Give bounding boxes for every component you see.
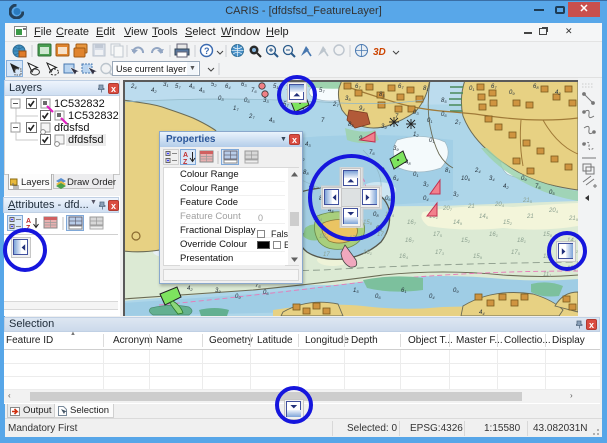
svg-text:67: 67 (355, 84, 361, 90)
svg-text:39: 39 (381, 124, 387, 130)
svg-text:39: 39 (215, 288, 221, 294)
svg-text:42: 42 (151, 88, 157, 94)
svg-text:31: 31 (163, 82, 169, 88)
svg-text:81: 81 (423, 86, 429, 92)
svg-text:03: 03 (218, 96, 224, 102)
svg-text:42: 42 (555, 90, 561, 96)
svg-text:57: 57 (175, 84, 181, 90)
svg-text:35: 35 (345, 96, 351, 102)
svg-text:?: ? (204, 46, 210, 56)
svg-text:159: 159 (473, 254, 483, 260)
svg-text:207: 207 (442, 206, 453, 212)
svg-text:01: 01 (429, 138, 435, 144)
svg-text:27: 27 (248, 114, 255, 120)
svg-text:04: 04 (423, 196, 429, 202)
svg-text:01: 01 (469, 86, 475, 92)
svg-text:175: 175 (433, 232, 443, 238)
svg-text:24: 24 (130, 84, 137, 90)
svg-text:85: 85 (379, 92, 385, 98)
svg-text:17: 17 (323, 252, 330, 258)
svg-text:3D: 3D (373, 47, 386, 58)
svg-text:12: 12 (413, 132, 419, 138)
svg-text:21: 21 (467, 204, 475, 210)
svg-text:46: 46 (189, 84, 195, 90)
svg-text:Z: Z (183, 159, 188, 166)
svg-text:09: 09 (453, 288, 459, 294)
svg-text:09: 09 (509, 90, 515, 96)
svg-text:34: 34 (489, 176, 495, 182)
svg-text:01: 01 (413, 172, 419, 178)
svg-text:45: 45 (269, 118, 275, 124)
svg-text:43: 43 (305, 142, 311, 148)
svg-text:167: 167 (407, 220, 417, 226)
svg-text:204: 204 (494, 202, 505, 208)
svg-text:164: 164 (399, 254, 409, 260)
svg-text:94: 94 (359, 106, 365, 112)
svg-text:21: 21 (526, 214, 534, 220)
svg-text:57: 57 (319, 88, 325, 94)
svg-text:173: 173 (435, 250, 445, 256)
svg-text:76: 76 (251, 88, 257, 94)
svg-text:15: 15 (353, 288, 359, 294)
svg-text:146: 146 (479, 214, 489, 220)
svg-text:61: 61 (401, 288, 407, 294)
svg-text:24: 24 (474, 168, 481, 174)
svg-text:17: 17 (233, 106, 239, 112)
svg-text:149: 149 (453, 220, 463, 226)
svg-text:106: 106 (461, 176, 471, 182)
svg-text:152: 152 (461, 238, 471, 244)
svg-text:32: 32 (453, 192, 459, 198)
svg-text:33: 33 (263, 98, 269, 104)
svg-text:06: 06 (441, 112, 447, 118)
svg-text:06: 06 (244, 98, 250, 104)
svg-text:67: 67 (398, 84, 404, 90)
svg-text:181: 181 (517, 238, 526, 244)
svg-text:03: 03 (413, 110, 419, 116)
svg-text:A: A (26, 218, 31, 225)
svg-text:219: 219 (568, 216, 578, 222)
svg-text:06: 06 (375, 294, 381, 300)
svg-text:76: 76 (369, 150, 375, 156)
svg-text:188: 188 (319, 234, 329, 240)
svg-text:32: 32 (423, 182, 429, 188)
svg-text:85: 85 (348, 122, 354, 128)
svg-text:A: A (183, 152, 188, 159)
svg-text:161: 161 (489, 232, 498, 238)
svg-text:06: 06 (263, 290, 269, 296)
svg-text:09: 09 (235, 294, 241, 300)
svg-text:45: 45 (199, 88, 205, 94)
svg-text:09: 09 (521, 176, 527, 182)
svg-text:01: 01 (427, 118, 433, 124)
svg-text:175: 175 (511, 250, 521, 256)
svg-text:88: 88 (303, 170, 309, 176)
svg-text:05: 05 (549, 190, 555, 196)
svg-text:39: 39 (393, 146, 399, 152)
svg-text:42: 42 (187, 286, 193, 292)
svg-text:81: 81 (445, 168, 451, 174)
svg-text:204: 204 (548, 208, 559, 214)
svg-text:64: 64 (393, 176, 399, 182)
svg-text:76: 76 (535, 184, 541, 190)
svg-text:152: 152 (503, 220, 513, 226)
svg-text:27: 27 (332, 102, 339, 108)
svg-text:63: 63 (241, 82, 247, 88)
svg-text:27: 27 (454, 120, 461, 126)
svg-text:44: 44 (479, 310, 485, 316)
svg-text:52: 52 (211, 82, 217, 88)
svg-text:215: 215 (522, 198, 533, 204)
svg-text:67: 67 (491, 84, 497, 90)
svg-text:04: 04 (429, 294, 435, 300)
svg-text:42: 42 (503, 184, 509, 190)
svg-text:111: 111 (543, 272, 551, 278)
svg-text:167: 167 (405, 238, 415, 244)
svg-text:161: 161 (363, 250, 372, 256)
svg-text:179: 179 (377, 232, 387, 238)
svg-text:68: 68 (533, 84, 539, 90)
svg-text:64: 64 (225, 84, 231, 90)
svg-text:85: 85 (441, 98, 447, 104)
